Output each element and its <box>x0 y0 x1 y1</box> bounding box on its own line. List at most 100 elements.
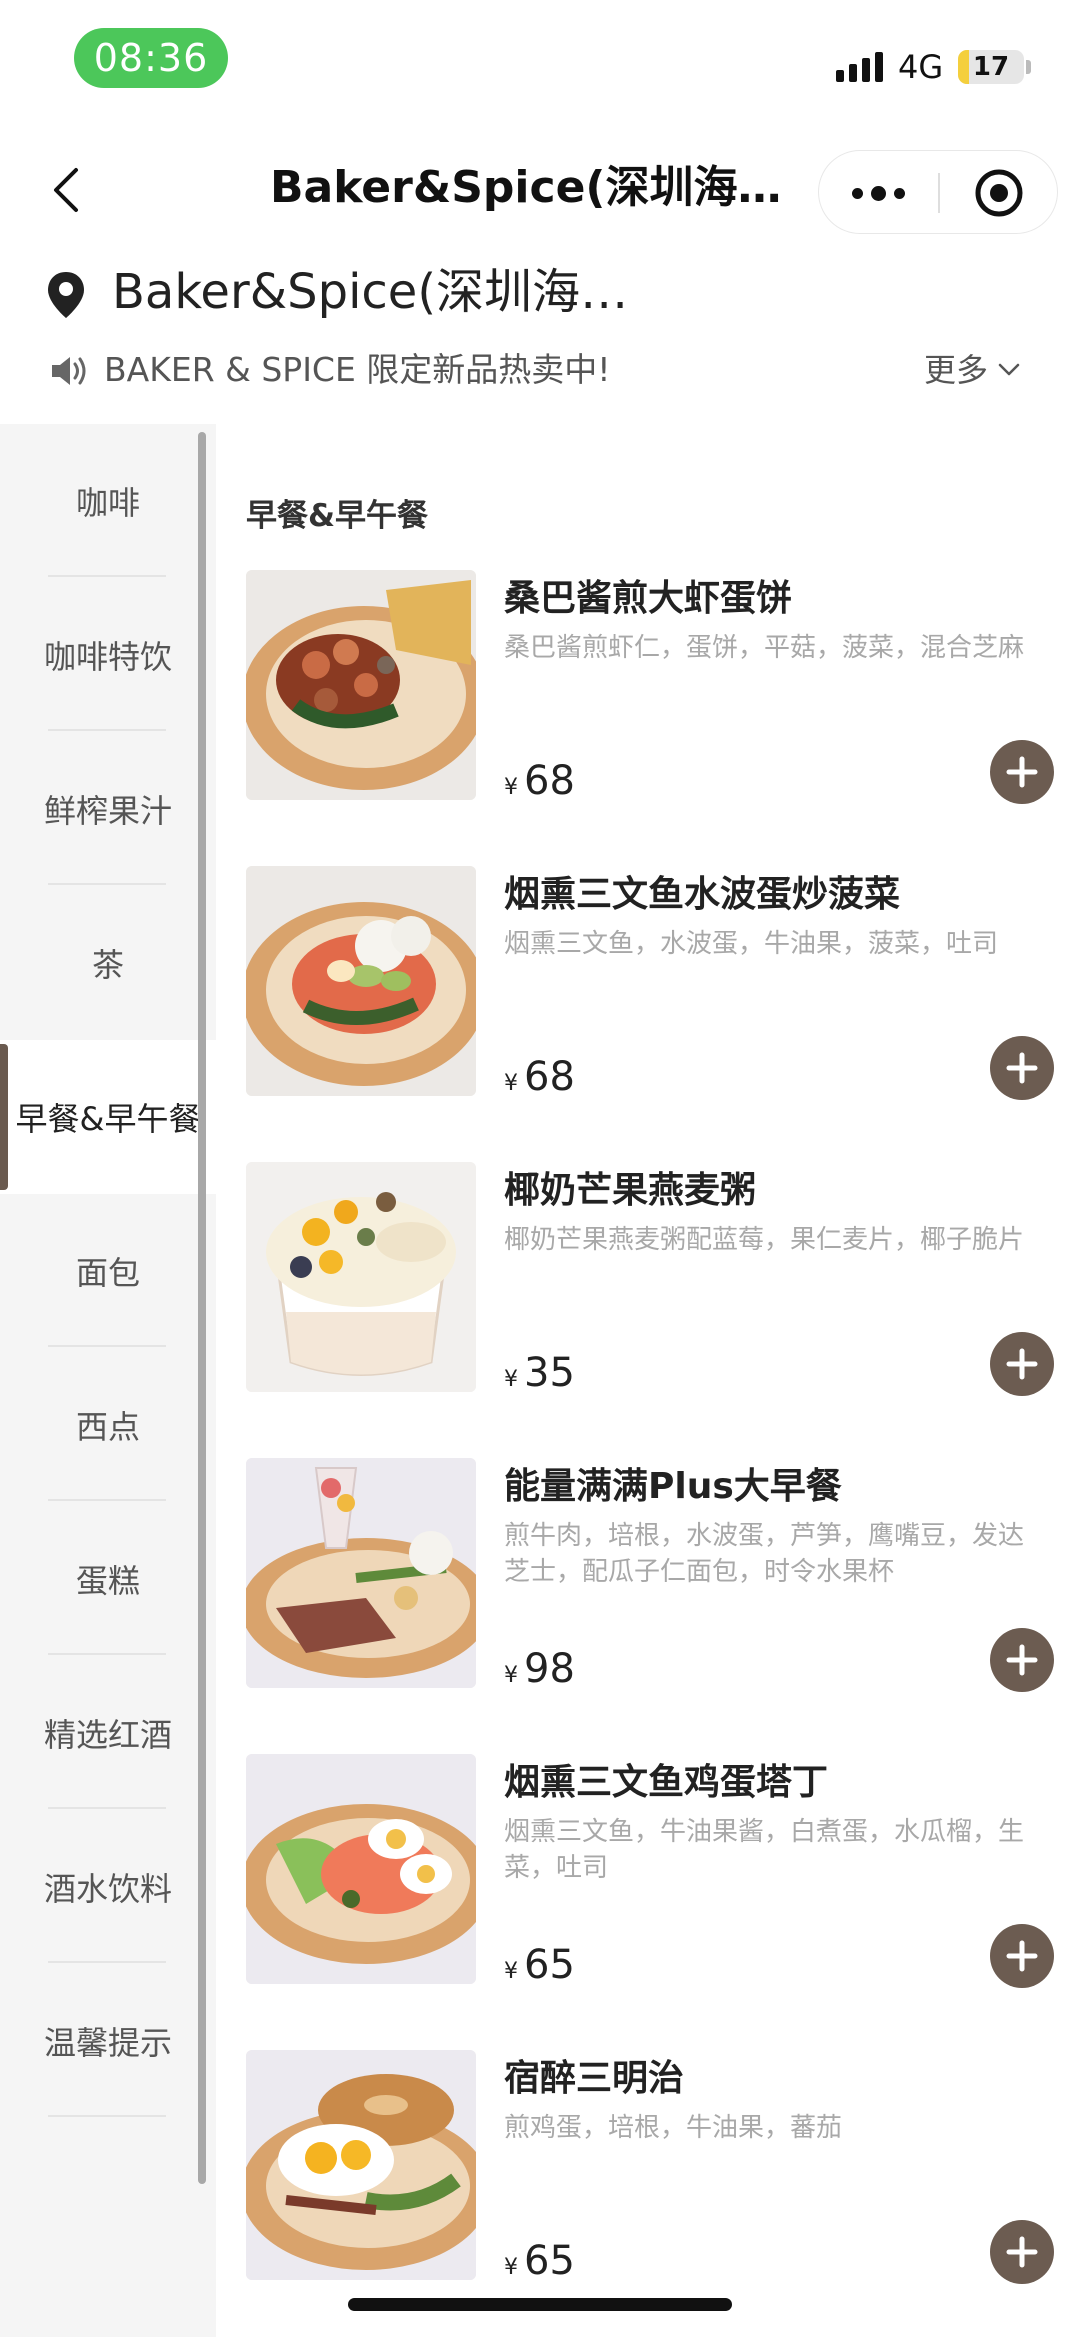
category-item-beverages[interactable]: 酒水饮料 <box>0 1810 216 1964</box>
home-indicator[interactable] <box>348 2298 732 2311</box>
product-image[interactable] <box>246 866 476 1096</box>
category-item-tips[interactable]: 温馨提示 <box>0 1964 216 2118</box>
menu-content: 咖啡 咖啡特饮 鲜榨果汁 茶 早餐&早午餐 面包 西点 蛋糕 精选红酒 酒水饮料… <box>0 424 1080 2337</box>
product-list[interactable]: 早餐&早午餐 桑巴酱煎大虾蛋饼 桑巴酱煎虾仁，蛋饼，平菇，菠菜，混合芝麻 ¥68 <box>216 424 1080 2337</box>
product-name: 椰奶芒果燕麦粥 <box>504 1170 757 1211</box>
category-divider <box>48 729 166 731</box>
page-title: Baker&Spice(深圳海上世界店) <box>270 162 810 213</box>
announcement-text: BAKER & SPICE 限定新品热卖中! <box>104 350 611 389</box>
product-name: 宿醉三明治 <box>504 2058 685 2099</box>
category-item-fresh-juice[interactable]: 鲜榨果汁 <box>0 732 216 886</box>
product-item[interactable]: 宿醉三明治 煎鸡蛋，培根，牛油果，蕃茄 ¥65 <box>246 2050 1056 2337</box>
product-item[interactable]: 能量满满Plus大早餐 煎牛肉，培根，水波蛋，芦笋，鹰嘴豆，发达芝士，配瓜子仁面… <box>246 1458 1056 1754</box>
plus-icon <box>1006 1052 1038 1084</box>
currency-symbol: ¥ <box>504 1663 518 1688</box>
price-amount: 65 <box>524 2238 575 2284</box>
currency-symbol: ¥ <box>504 1959 518 1984</box>
price-amount: 35 <box>524 1350 575 1396</box>
store-name: Baker&Spice(深圳海上世界店) <box>112 264 672 320</box>
category-item-tea[interactable]: 茶 <box>0 886 216 1040</box>
nav-bar: Baker&Spice(深圳海上世界店) <box>0 140 1080 240</box>
back-button[interactable] <box>40 160 100 220</box>
signal-icon <box>836 52 883 82</box>
sidebar-scrollbar[interactable] <box>198 432 206 2184</box>
category-divider <box>48 2115 166 2117</box>
product-name: 烟熏三文鱼水波蛋炒菠菜 <box>504 874 901 915</box>
category-item-coffee[interactable]: 咖啡 <box>0 424 216 578</box>
product-image[interactable] <box>246 1162 476 1392</box>
category-item-coffee-specials[interactable]: 咖啡特饮 <box>0 578 216 732</box>
battery-icon: 17 <box>958 50 1024 84</box>
product-item[interactable]: 桑巴酱煎大虾蛋饼 桑巴酱煎虾仁，蛋饼，平菇，菠菜，混合芝麻 ¥68 <box>246 570 1056 866</box>
category-label: 面包 <box>75 1254 140 1292</box>
battery-tip <box>1026 60 1031 74</box>
location-pin-icon <box>48 272 84 318</box>
category-sidebar[interactable]: 咖啡 咖啡特饮 鲜榨果汁 茶 早餐&早午餐 面包 西点 蛋糕 精选红酒 酒水饮料… <box>0 424 216 2337</box>
announcement-bar[interactable]: BAKER & SPICE 限定新品热卖中! 更多 <box>0 340 1080 400</box>
plus-icon <box>1006 1348 1038 1380</box>
price-amount: 68 <box>524 758 575 804</box>
price-amount: 68 <box>524 1054 575 1100</box>
add-to-cart-button[interactable] <box>990 1628 1054 1692</box>
plus-icon <box>1006 1644 1038 1676</box>
category-item-red-wine[interactable]: 精选红酒 <box>0 1656 216 1810</box>
category-divider <box>48 1653 166 1655</box>
back-icon <box>54 168 78 212</box>
product-description: 桑巴酱煎虾仁，蛋饼，平菇，菠菜，混合芝麻 <box>504 633 1025 663</box>
close-target-button[interactable] <box>939 151 1059 235</box>
product-image[interactable] <box>246 1754 476 1984</box>
store-header[interactable]: Baker&Spice(深圳海上世界店) <box>0 260 1080 330</box>
product-price: ¥65 <box>504 1940 575 1998</box>
more-label: 更多 <box>924 351 989 389</box>
category-label: 咖啡 <box>75 484 140 522</box>
product-image[interactable] <box>246 1458 476 1688</box>
product-price: ¥68 <box>504 1052 575 1110</box>
category-label: 早餐&早午餐 <box>15 1100 201 1138</box>
plus-icon <box>1006 756 1038 788</box>
section-title: 早餐&早午餐 <box>246 498 429 534</box>
product-description: 椰奶芒果燕麦粥配蓝莓，果仁麦片，椰子脆片 <box>504 1225 1025 1255</box>
price-amount: 98 <box>524 1646 575 1692</box>
product-description: 烟熏三文鱼，水波蛋，牛油果，菠菜，吐司 <box>504 929 999 959</box>
product-item[interactable]: 椰奶芒果燕麦粥 椰奶芒果燕麦粥配蓝莓，果仁麦片，椰子脆片 ¥35 <box>246 1162 1056 1458</box>
mini-program-capsule <box>818 150 1058 234</box>
category-item-bread[interactable]: 面包 <box>0 1194 216 1348</box>
add-to-cart-button[interactable] <box>990 1036 1054 1100</box>
product-image[interactable] <box>246 2050 476 2280</box>
currency-symbol: ¥ <box>504 775 518 800</box>
product-item[interactable]: 烟熏三文鱼鸡蛋塔丁 烟熏三文鱼，牛油果酱，白煮蛋，水瓜榴，生菜，吐司 ¥65 <box>246 1754 1056 2050</box>
product-description: 煎牛肉，培根，水波蛋，芦笋，鹰嘴豆，发达芝士，配瓜子仁面包，时令水果杯 <box>504 1521 1025 1587</box>
category-divider <box>48 1499 166 1501</box>
currency-symbol: ¥ <box>504 2255 518 2280</box>
more-button[interactable]: 更多 <box>924 346 1020 394</box>
active-indicator <box>0 1044 8 1190</box>
product-item[interactable]: 烟熏三文鱼水波蛋炒菠菜 烟熏三文鱼，水波蛋，牛油果，菠菜，吐司 ¥68 <box>246 866 1056 1162</box>
more-dots-icon[interactable] <box>819 151 937 235</box>
product-description: 煎鸡蛋，培根，牛油果，蕃茄 <box>504 2113 843 2143</box>
product-image[interactable] <box>246 570 476 800</box>
speaker-icon <box>52 357 86 385</box>
chevron-down-icon <box>998 363 1020 376</box>
product-name: 烟熏三文鱼鸡蛋塔丁 <box>504 1762 829 1803</box>
target-icon <box>975 169 1023 217</box>
category-divider <box>48 883 166 885</box>
add-to-cart-button[interactable] <box>990 2220 1054 2284</box>
category-label: 酒水饮料 <box>43 1870 172 1908</box>
category-label: 西点 <box>75 1408 140 1446</box>
product-price: ¥35 <box>504 1348 575 1406</box>
category-item-breakfast-brunch[interactable]: 早餐&早午餐 <box>0 1040 216 1194</box>
add-to-cart-button[interactable] <box>990 1924 1054 1988</box>
status-time: 08:36 <box>74 28 228 88</box>
category-label: 温馨提示 <box>43 2024 172 2062</box>
plus-icon <box>1006 1940 1038 1972</box>
product-price: ¥98 <box>504 1644 575 1702</box>
category-divider <box>48 1961 166 1963</box>
category-divider <box>48 575 166 577</box>
add-to-cart-button[interactable] <box>990 1332 1054 1396</box>
add-to-cart-button[interactable] <box>990 740 1054 804</box>
category-label: 蛋糕 <box>75 1562 140 1600</box>
category-item-cake[interactable]: 蛋糕 <box>0 1502 216 1656</box>
category-item-pastry[interactable]: 西点 <box>0 1348 216 1502</box>
product-name: 桑巴酱煎大虾蛋饼 <box>504 578 793 619</box>
product-price: ¥65 <box>504 2236 575 2294</box>
